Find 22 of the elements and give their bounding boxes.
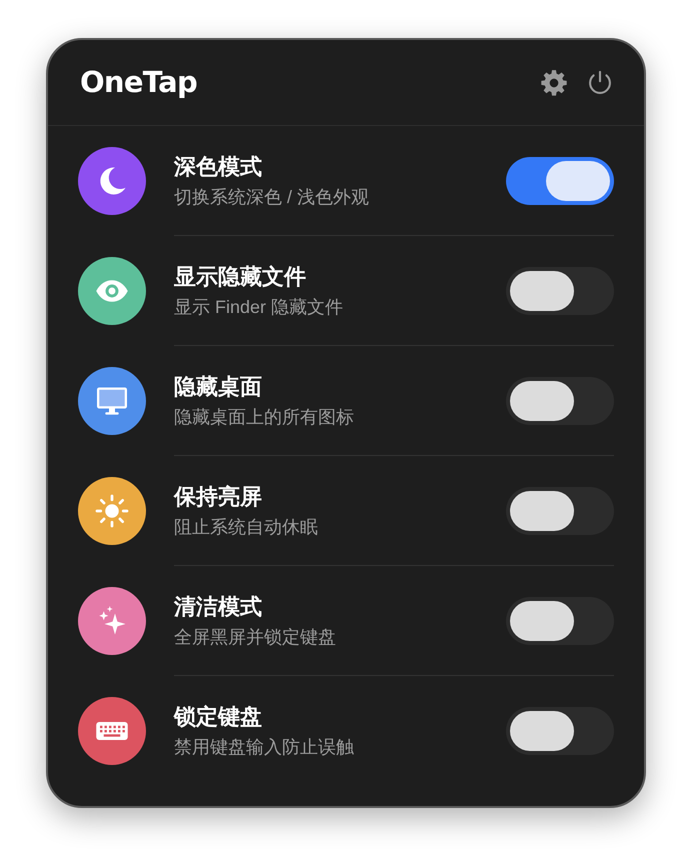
toggle-switch[interactable] [506, 486, 614, 534]
toggle-description: 全屏黑屏并锁定键盘 [174, 626, 337, 648]
toggle-switch[interactable] [506, 376, 614, 424]
toggle-title: 清洁模式 [174, 592, 263, 620]
toggle-switch[interactable] [506, 596, 614, 644]
power-icon[interactable] [586, 68, 614, 96]
toggle-title: 保持亮屏 [174, 482, 263, 510]
toggle-description: 阻止系统自动休眠 [174, 516, 319, 538]
toggle-switch[interactable] [506, 707, 614, 755]
sun-icon [94, 493, 130, 529]
toggle-description: 切换系统深色 / 浅色外观 [174, 186, 370, 208]
toggle-switch[interactable] [506, 156, 614, 204]
toggle-description: 隐藏桌面上的所有图标 [174, 406, 355, 428]
settings-icon[interactable] [540, 68, 568, 96]
toggle-title: 锁定键盘 [174, 703, 263, 731]
app-title: OneTap [80, 64, 197, 101]
toggle-description: 显示 Finder 隐藏文件 [174, 296, 344, 318]
toggle-switch[interactable] [506, 266, 614, 314]
toggle-title: 隐藏桌面 [174, 372, 263, 400]
toggle-title: 显示隐藏文件 [174, 262, 307, 290]
toggle-description: 禁用键盘输入防止误触 [174, 736, 355, 759]
toggle-title: 深色模式 [174, 152, 263, 180]
